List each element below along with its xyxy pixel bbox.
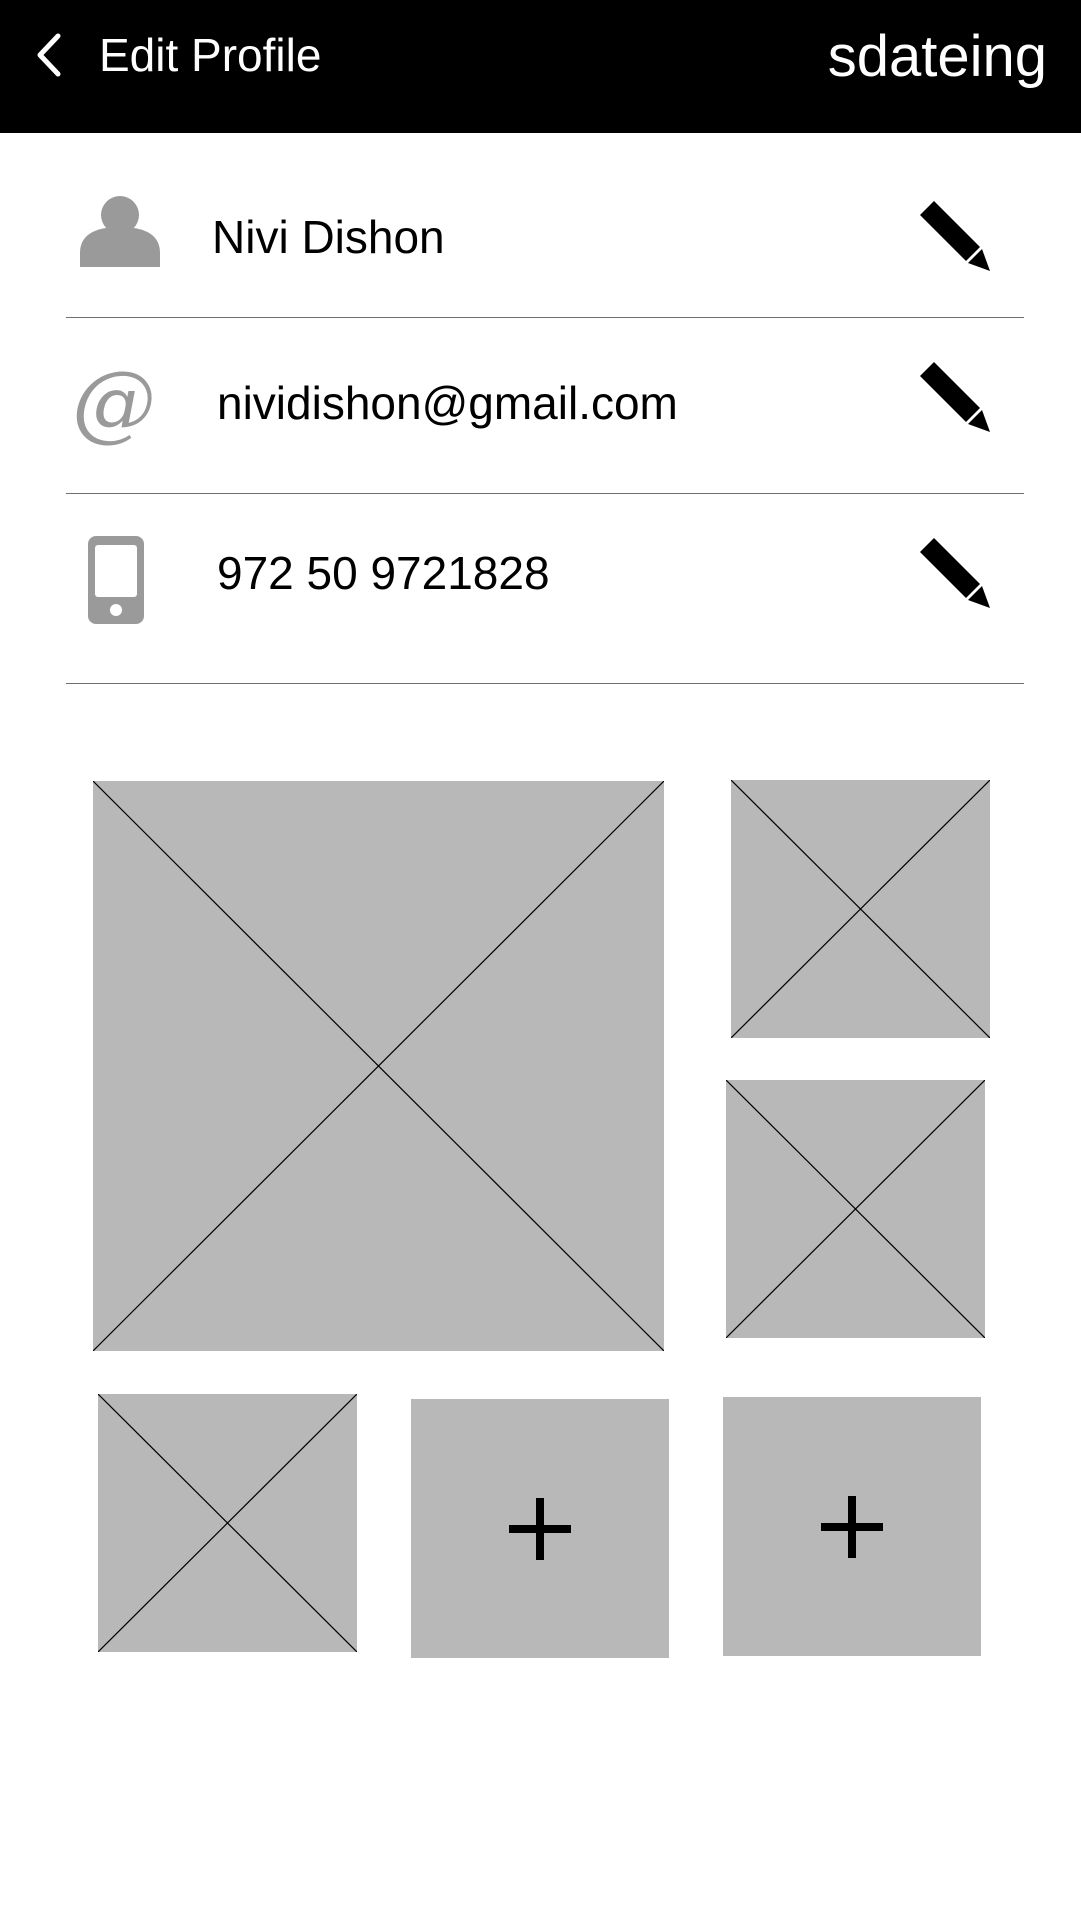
mobile-phone-icon [88,536,144,624]
app-header: Edit Profile sdateing [0,0,1081,133]
photo-slot-2[interactable] [731,780,990,1038]
pencil-icon [920,538,990,608]
add-photo-button[interactable] [411,1399,669,1658]
chevron-left-icon [37,33,61,77]
photo-slot-3[interactable] [726,1080,985,1338]
plus-icon [821,1495,883,1558]
plus-icon [509,1497,571,1560]
profile-email: nividishon@gmail.com [217,377,678,429]
photo-slot-main[interactable] [93,781,664,1351]
image-placeholder-icon [731,780,990,1038]
edit-phone-button[interactable] [918,538,998,618]
add-photo-button[interactable] [723,1397,981,1656]
profile-row-phone: 972 50 9721828 [66,494,1024,684]
brand-logo: sdateing [827,24,1047,89]
edit-name-button[interactable] [918,201,998,281]
profile-row-name: Nivi Dishon [66,133,1024,318]
back-button[interactable] [28,30,72,80]
at-sign-icon: @ [72,353,156,451]
photo-slot-4[interactable] [98,1394,357,1652]
page-title: Edit Profile [99,29,322,81]
profile-row-email: @ nividishon@gmail.com [66,318,1024,494]
person-icon [80,195,160,267]
image-placeholder-icon [93,781,664,1351]
pencil-icon [920,362,990,432]
profile-name: Nivi Dishon [212,211,445,263]
image-placeholder-icon [98,1394,357,1652]
pencil-icon [920,201,990,271]
edit-email-button[interactable] [918,362,998,442]
image-placeholder-icon [726,1080,985,1338]
profile-phone: 972 50 9721828 [217,547,550,599]
